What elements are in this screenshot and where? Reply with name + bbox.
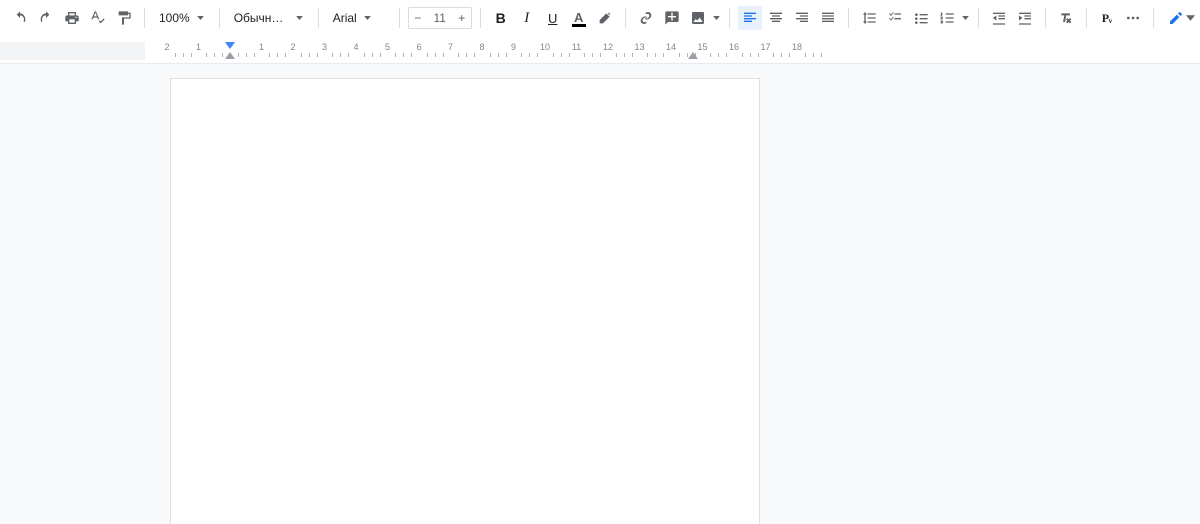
chevron-down-icon[interactable] (712, 16, 721, 20)
align-justify-icon[interactable] (816, 6, 840, 30)
toolbar: 100% Обычный … Arial − 11 + B I U (0, 0, 1200, 36)
ruler-number: 9 (511, 42, 516, 52)
document-canvas[interactable] (0, 64, 1200, 524)
more-tools-icon[interactable] (1121, 6, 1145, 30)
font-size-decrease[interactable]: − (409, 11, 427, 25)
clear-formatting-icon[interactable] (1054, 6, 1078, 30)
ruler-number: 18 (792, 42, 802, 52)
font-size-increase[interactable]: + (453, 11, 471, 25)
page[interactable] (170, 78, 760, 524)
zoom-select[interactable]: 100% (153, 6, 211, 30)
bulleted-list-icon[interactable] (909, 6, 933, 30)
insert-comment-icon[interactable] (660, 6, 684, 30)
font-size-value[interactable]: 11 (427, 11, 453, 25)
italic-button[interactable]: I (515, 6, 539, 30)
underline-button[interactable]: U (541, 6, 565, 30)
editor-area: 100% Обычный … Arial − 11 + B I U (0, 0, 1200, 524)
indent-increase-icon[interactable] (1013, 6, 1037, 30)
ruler-number: 4 (353, 42, 358, 52)
checklist-icon[interactable] (883, 6, 907, 30)
paragraph-style-select[interactable]: Обычный … (228, 6, 310, 30)
insert-image-icon[interactable] (686, 6, 710, 30)
ruler-number: 1 (259, 42, 264, 52)
zoom-value: 100% (159, 11, 190, 25)
editing-mode-button[interactable] (1162, 5, 1200, 31)
chevron-down-icon (363, 16, 372, 20)
ruler-number: 17 (760, 42, 770, 52)
ruler-number: 15 (697, 42, 707, 52)
line-spacing-icon[interactable] (857, 6, 881, 30)
ruler-number: 10 (540, 42, 550, 52)
numbered-list-icon[interactable] (935, 6, 959, 30)
undo-icon[interactable] (8, 6, 32, 30)
ruler-number: 6 (416, 42, 421, 52)
ruler-number: 2 (290, 42, 295, 52)
chevron-down-icon[interactable] (961, 16, 970, 20)
chevron-down-icon (196, 16, 205, 20)
ruler-number: 14 (666, 42, 676, 52)
chevron-down-icon (296, 16, 303, 20)
ruler-number: 2 (164, 42, 169, 52)
ruler-number: 1 (196, 42, 201, 52)
ruler-number: 5 (385, 42, 390, 52)
spellcheck-icon[interactable] (86, 6, 110, 30)
text-color-button[interactable]: A (567, 6, 591, 30)
ruler-number: 12 (603, 42, 613, 52)
paint-format-icon[interactable] (112, 6, 136, 30)
insert-link-icon[interactable] (634, 6, 658, 30)
align-right-icon[interactable] (790, 6, 814, 30)
bold-button[interactable]: B (489, 6, 513, 30)
align-center-icon[interactable] (764, 6, 788, 30)
font-family-value: Arial (333, 11, 357, 25)
ruler-number: 8 (479, 42, 484, 52)
ruler-number: 16 (729, 42, 739, 52)
indent-decrease-icon[interactable] (987, 6, 1011, 30)
highlight-button[interactable] (593, 6, 617, 30)
ruler-number: 3 (322, 42, 327, 52)
redo-icon[interactable] (34, 6, 58, 30)
ruler[interactable]: 21123456789101112131415161718 (0, 36, 1200, 64)
ruler-number: 11 (572, 42, 581, 52)
align-left-icon[interactable] (738, 6, 762, 30)
font-family-select[interactable]: Arial (327, 6, 391, 30)
ruler-number: 7 (448, 42, 453, 52)
chevron-down-icon (1186, 10, 1195, 26)
paragraph-style-value: Обычный … (234, 11, 291, 25)
font-size-stepper: − 11 + (408, 7, 472, 29)
personal-dictionary-icon[interactable]: Pᵥ (1095, 6, 1119, 30)
print-icon[interactable] (60, 6, 84, 30)
ruler-number: 13 (634, 42, 644, 52)
